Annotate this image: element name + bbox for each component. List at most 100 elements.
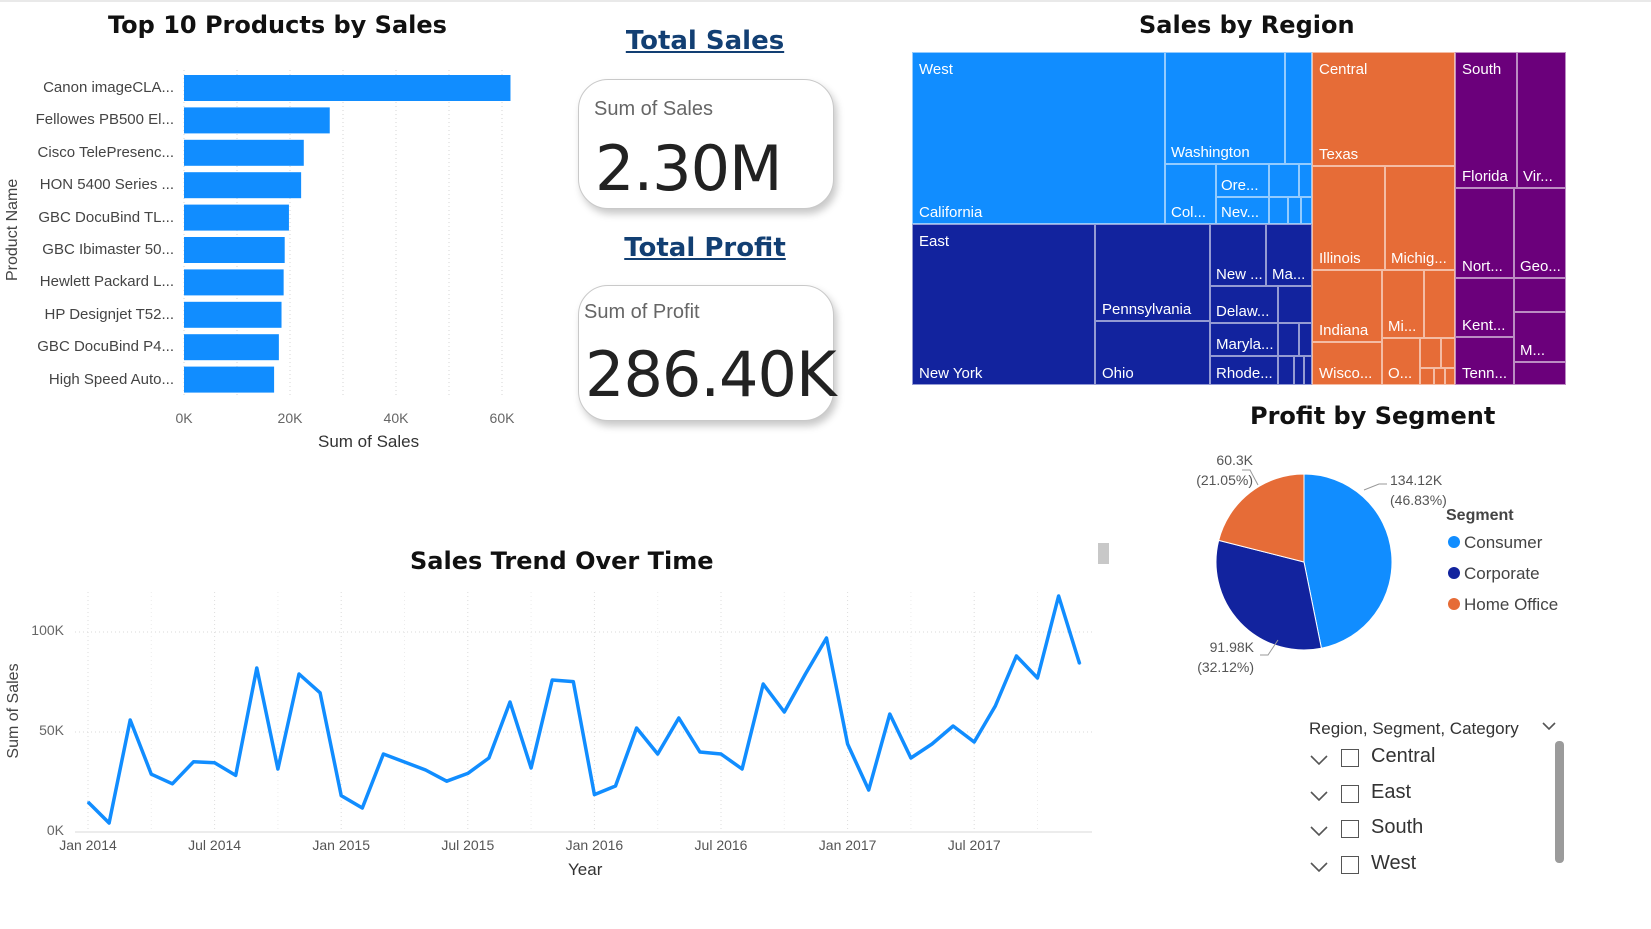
treemap-tile-georgia[interactable]: Geo... — [1514, 188, 1566, 278]
treemap-region-label-south: South — [1462, 61, 1502, 78]
pie-value-home-office: 60.3K — [1216, 452, 1253, 468]
sales-trend-point — [551, 679, 553, 681]
treemap-tile[interactable] — [1288, 197, 1301, 224]
treemap-tile[interactable] — [1299, 164, 1312, 197]
treemap-state-label: Tenn... — [1462, 365, 1508, 382]
treemap-tile-rhode-island[interactable]: Rhode... — [1210, 356, 1278, 385]
treemap-tile[interactable] — [1299, 323, 1312, 356]
total-sales-card[interactable]: Sum of Sales 2.30M — [578, 79, 834, 209]
treemap-tile[interactable] — [1445, 368, 1455, 385]
treemap-tile-maryland[interactable]: Maryla... — [1210, 323, 1278, 356]
treemap-tile[interactable] — [1294, 356, 1304, 385]
treemap-state-label: Ohio — [1102, 365, 1134, 382]
chevron-stroke — [1310, 790, 1328, 801]
sales-trend-point — [635, 727, 638, 729]
trend-y-tick-label: 100K — [31, 622, 64, 638]
treemap-tile[interactable] — [1278, 323, 1299, 356]
expand-chevron-icon[interactable] — [1309, 820, 1331, 842]
treemap-state-label: Delaw... — [1216, 303, 1270, 320]
treemap-tile[interactable] — [1424, 270, 1455, 338]
treemap-tile-california[interactable]: West California — [912, 52, 1165, 224]
product-bar — [184, 107, 330, 134]
treemap-tile[interactable] — [1420, 338, 1441, 368]
pie-pct-consumer: (46.83%) — [1390, 492, 1447, 508]
treemap-tile[interactable] — [1441, 338, 1455, 368]
slicer-collapse-chevron-icon[interactable] — [1541, 720, 1557, 732]
slicer-item-west[interactable]: West — [1309, 852, 1549, 882]
sales-trend-point — [889, 713, 891, 715]
slicer-item-south[interactable]: South — [1309, 816, 1549, 846]
treemap-tile-michigan[interactable]: Michig... — [1385, 166, 1455, 270]
expand-chevron-icon[interactable] — [1309, 749, 1331, 771]
treemap-tile[interactable] — [1420, 368, 1434, 385]
sales-trend-point — [952, 725, 954, 727]
pie-slice-consumer — [1303, 473, 1393, 649]
product-name-label: GBC DocuBind P4... — [37, 338, 174, 356]
slicer-scrollbar[interactable] — [1555, 741, 1564, 863]
treemap-tile-ohio[interactable]: Ohio — [1095, 321, 1210, 385]
treemap-tile-illinois[interactable]: Illinois — [1312, 166, 1385, 270]
sales-trend-point — [488, 757, 490, 759]
sales-trend-line-chart[interactable] — [0, 580, 1100, 855]
total-sales-label: Sum of Sales — [594, 98, 713, 120]
treemap-tile-oklahoma[interactable]: O... — [1382, 338, 1420, 385]
treemap-tile-kentucky[interactable]: Kent... — [1455, 278, 1514, 337]
treemap-tile-nevada[interactable]: Nev... — [1216, 197, 1269, 224]
treemap-tile[interactable] — [1301, 197, 1312, 224]
slicer-checkbox[interactable] — [1341, 855, 1359, 874]
total-profit-label: Sum of Profit — [584, 301, 700, 323]
treemap-tile-new-jersey[interactable]: New ... — [1210, 224, 1266, 286]
treemap-tile-north-carolina[interactable]: Nort... — [1455, 188, 1514, 278]
scroll-handle[interactable] — [1098, 543, 1109, 564]
expand-chevron-icon[interactable] — [1309, 785, 1331, 807]
treemap-tile[interactable] — [1269, 164, 1299, 197]
treemap-tile[interactable] — [1514, 278, 1566, 312]
treemap-state-label: Ma... — [1272, 266, 1306, 283]
sales-trend-point — [129, 719, 131, 721]
treemap-tile[interactable] — [1434, 368, 1445, 385]
product-bar — [184, 75, 511, 101]
treemap-tile-indiana[interactable]: Indiana — [1312, 270, 1382, 342]
slicer-item-east[interactable]: East — [1309, 781, 1549, 811]
sales-trend-point — [530, 767, 532, 769]
slicer-item-central[interactable]: Central — [1309, 745, 1549, 775]
trend-x-tick-label: Jul 2014 — [188, 837, 242, 853]
treemap-tile-delaware[interactable]: Delaw... — [1210, 286, 1278, 323]
treemap-tile-wisconsin[interactable]: Wisco... — [1312, 342, 1382, 385]
treemap-tile[interactable] — [1304, 356, 1312, 385]
slicer-checkbox[interactable] — [1341, 784, 1359, 803]
treemap-tile-pennsylvania[interactable]: Pennsylvania — [1095, 224, 1210, 321]
treemap-tile-texas[interactable]: Central Texas — [1312, 52, 1455, 166]
treemap-tile-minnesota[interactable]: Mi... — [1382, 270, 1424, 338]
treemap-tile-mississippi[interactable]: M... — [1514, 312, 1566, 362]
pie-pct-home-office: (21.05%) — [1196, 472, 1253, 488]
treemap-tile-massachusetts[interactable]: Ma... — [1266, 224, 1312, 286]
sales-by-region-treemap[interactable]: West California Washington Col... Ore...… — [912, 52, 1566, 385]
treemap-state-label: Ore... — [1221, 177, 1259, 194]
total-profit-card[interactable]: Sum of Profit 286.40K — [578, 285, 837, 421]
expand-chevron-icon[interactable] — [1309, 856, 1331, 878]
product-name-label: Fellowes PB500 El... — [35, 111, 174, 129]
treemap-tile-tennessee[interactable]: Tenn... — [1455, 337, 1514, 385]
legend-item-consumer[interactable]: Consumer — [1448, 533, 1542, 553]
legend-item-home-office[interactable]: Home Office — [1448, 595, 1558, 615]
legend-item-corporate[interactable]: Corporate — [1448, 564, 1540, 584]
sales-trend-point — [994, 705, 997, 707]
treemap-tile-florida[interactable]: South Florida — [1455, 52, 1517, 188]
treemap-tile[interactable] — [1285, 52, 1312, 164]
treemap-tile-colorado[interactable]: Col... — [1165, 164, 1216, 224]
treemap-tile[interactable] — [1278, 356, 1294, 385]
treemap-tile[interactable] — [1269, 197, 1288, 224]
legend-label-corporate: Corporate — [1464, 564, 1540, 583]
slicer-checkbox[interactable] — [1341, 820, 1359, 838]
treemap-tile-virginia[interactable]: Vir... — [1517, 52, 1566, 188]
treemap-tile-washington[interactable]: Washington — [1165, 52, 1285, 164]
sales-trend-point — [931, 743, 933, 745]
treemap-state-label: Mi... — [1388, 318, 1417, 335]
treemap-tile[interactable] — [1278, 286, 1312, 323]
treemap-tile-new-york[interactable]: East New York — [912, 224, 1095, 385]
treemap-tile[interactable] — [1514, 362, 1566, 385]
treemap-state-label: Col... — [1171, 204, 1207, 221]
slicer-checkbox[interactable] — [1341, 749, 1359, 767]
treemap-tile-oregon[interactable]: Ore... — [1216, 164, 1269, 197]
